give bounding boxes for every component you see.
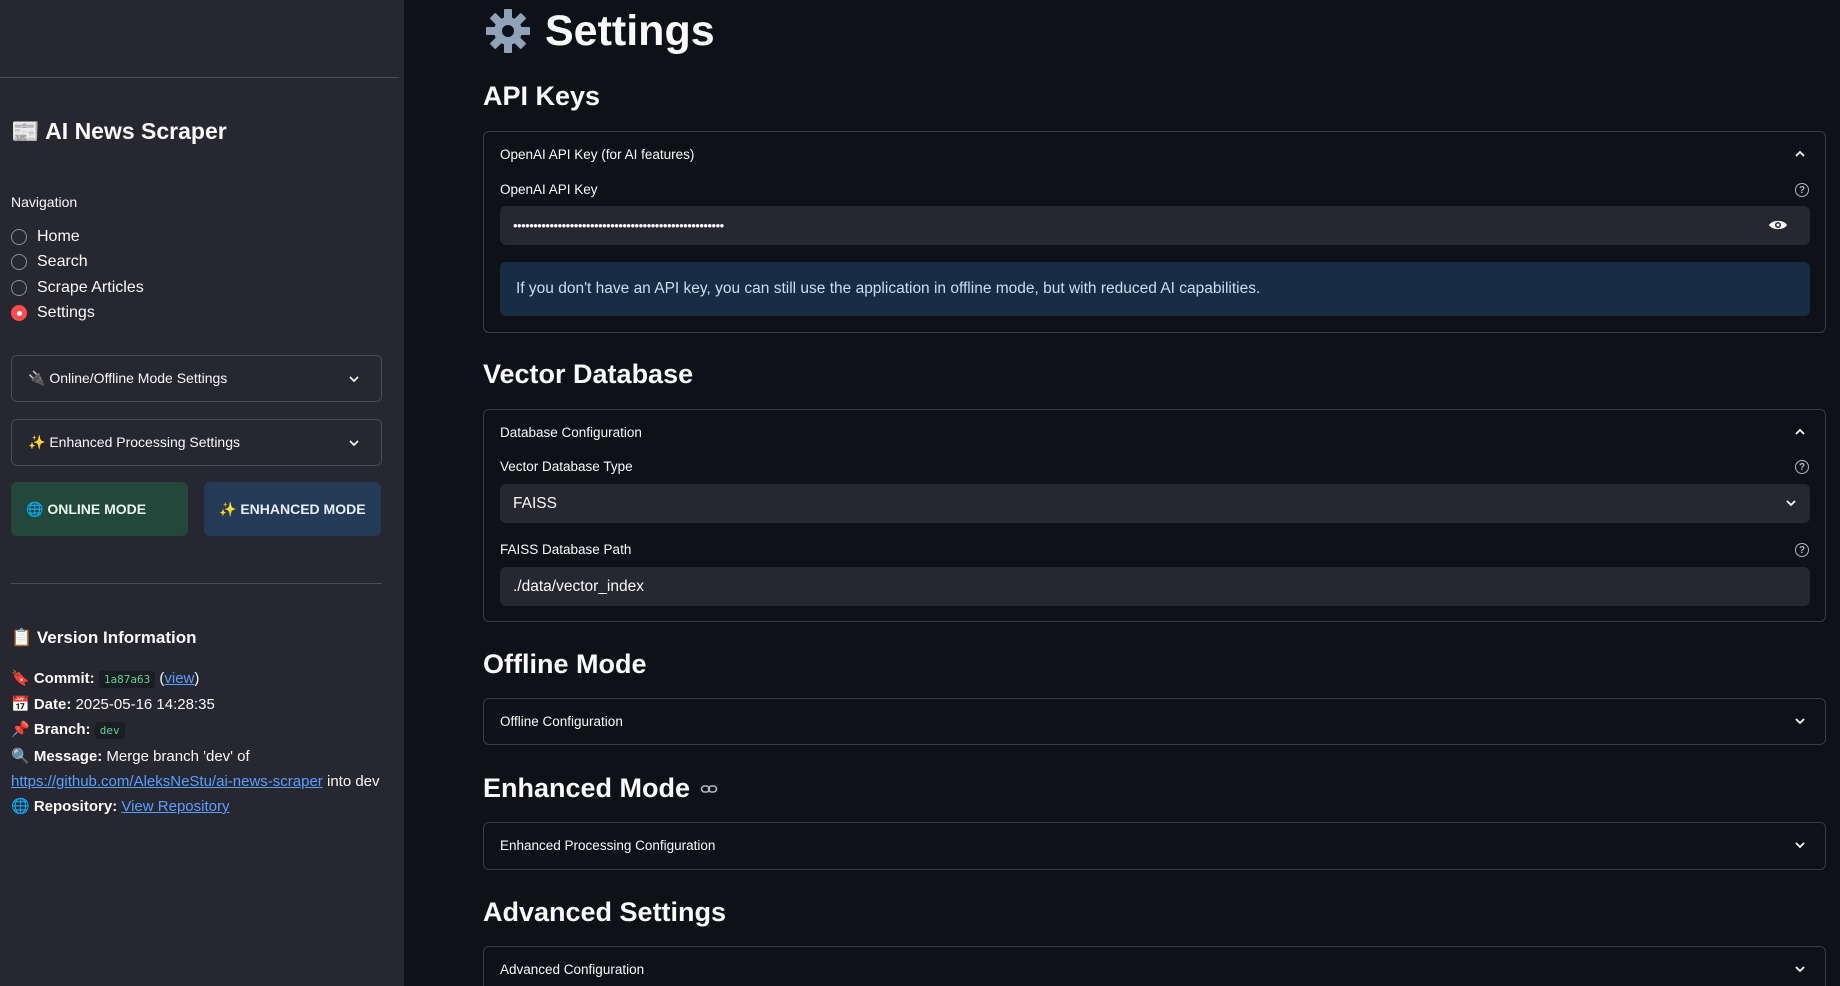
sidebar-divider-top [0,77,399,78]
online-mode-button[interactable]: 🌐 ONLINE MODE [11,482,188,536]
commit-line: 🔖 Commit: 1a87a63 (view) [11,670,200,688]
message-tail: into dev [326,772,380,790]
link-icon[interactable] [700,780,718,798]
radio-unselected-icon[interactable] [11,279,27,296]
api-keys-heading: API Keys [483,81,601,111]
nav-item-home[interactable]: Home [11,224,144,250]
version-info: 🔖 Commit: 1a87a63 (view) 📅 Date: 2025-05… [11,666,396,819]
offline-configuration-expander[interactable]: Offline Configuration [483,698,1826,745]
vector-database-heading: Vector Database [483,359,694,389]
nav-item-label: Scrape Articles [37,278,144,296]
api-key-expander: OpenAI API Key (for AI features) OpenAI … [483,131,1826,333]
enhanced-processing-expander[interactable]: Enhanced Processing Configuration [483,822,1826,870]
vector-db-type-label: Vector Database Type [500,459,633,474]
page-title: Settings [483,6,715,56]
commit-hash: 1a87a63 [98,671,156,688]
nav-item-search[interactable]: Search [11,250,144,276]
sidebar-divider [11,583,382,584]
api-key-expander-header[interactable]: OpenAI API Key (for AI features) [500,147,694,162]
advanced-settings-heading: Advanced Settings [483,897,727,927]
enhanced-processing-settings-expander[interactable]: ✨ Enhanced Processing Settings [11,419,382,466]
view-repository-link[interactable]: View Repository [121,798,229,815]
date-line: 📅 Date: 2025-05-16 14:28:35 [11,692,396,717]
openai-api-key-label: OpenAI API Key [500,182,598,197]
nav-item-settings[interactable]: Settings [11,301,144,327]
navigation-radio-group: Home Search Scrape Articles Settings [11,224,144,326]
commit-view-link[interactable]: view [164,670,194,687]
enhanced-processing-header[interactable]: Enhanced Processing Configuration [500,838,715,853]
masked-api-key: ••••••••••••••••••••••••••••••••••••••••… [513,218,724,233]
chevron-up-icon[interactable] [1793,425,1807,439]
enhanced-mode-button[interactable]: ✨ ENHANCED MODE [204,482,381,536]
vector-db-type-value: FAISS [513,494,557,512]
chevron-down-icon[interactable] [1793,714,1807,728]
chevron-down-icon[interactable] [1793,838,1807,852]
message-line: 🔍 Message: Merge branch 'dev' of [11,744,396,769]
navigation-label: Navigation [11,194,78,210]
nav-item-label: Home [37,227,80,245]
chevron-down-icon[interactable] [1793,962,1807,976]
branch-line: 📌 Branch: dev [11,717,396,743]
enhanced-mode-heading-text: Enhanced Mode [483,773,691,803]
app-title: 📰 AI News Scraper [11,118,227,144]
enhanced-mode-heading: Enhanced Mode [483,773,718,804]
radio-selected-icon[interactable] [11,305,27,322]
database-configuration-expander: Database Configuration Vector Database T… [483,409,1826,622]
version-info-title: 📋 Version Information [11,628,197,647]
eye-icon[interactable] [1768,218,1788,232]
offline-configuration-header[interactable]: Offline Configuration [500,714,623,729]
nav-item-label: Settings [37,304,95,322]
radio-unselected-icon[interactable] [11,228,27,245]
offline-mode-heading: Offline Mode [483,649,647,679]
chevron-down-icon [1786,500,1796,507]
faiss-path-input[interactable]: ./data/vector_index [500,567,1810,606]
expander-label: 🔌 Online/Offline Mode Settings [28,370,228,386]
nav-item-scrape-articles[interactable]: Scrape Articles [11,275,144,301]
help-icon[interactable]: ? [1795,460,1809,474]
repository-label: 🌐 Repository: [11,798,118,816]
chevron-up-icon[interactable] [1793,147,1807,161]
expander-label: ✨ Enhanced Processing Settings [28,434,240,450]
vector-db-type-select[interactable]: FAISS [500,484,1810,523]
commit-label: 🔖 Commit: [11,670,95,687]
message-line-2: https://github.com/AleksNeStu/ai-news-sc… [11,769,396,794]
date-label: 📅 Date: [11,696,72,714]
date-value: 2025-05-16 14:28:35 [75,696,215,714]
chevron-down-icon [349,440,359,447]
api-key-info-alert: If you don't have an API key, you can st… [500,262,1810,316]
advanced-configuration-expander[interactable]: Advanced Configuration [483,946,1826,986]
sidebar: 📰 AI News Scraper Navigation Home Search… [0,0,404,986]
message-label: 🔍 Message: [11,747,103,765]
online-offline-settings-expander[interactable]: 🔌 Online/Offline Mode Settings [11,355,382,402]
gear-icon [486,9,530,53]
branch-value: dev [94,722,125,740]
database-configuration-header[interactable]: Database Configuration [500,425,642,440]
openai-api-key-input[interactable]: ••••••••••••••••••••••••••••••••••••••••… [500,206,1810,245]
repo-url-link[interactable]: https://github.com/AleksNeStu/ai-news-sc… [11,773,323,790]
radio-unselected-icon[interactable] [11,254,27,271]
message-text: Merge branch 'dev' of [106,747,250,765]
help-icon[interactable]: ? [1795,543,1809,557]
page-title-text: Settings [545,6,715,55]
faiss-path-label: FAISS Database Path [500,542,632,557]
chevron-down-icon [349,376,359,383]
nav-item-label: Search [37,253,88,271]
repository-line: 🌐 Repository: View Repository [11,794,396,819]
branch-label: 📌 Branch: [11,721,91,739]
faiss-path-value: ./data/vector_index [513,577,644,595]
advanced-configuration-header[interactable]: Advanced Configuration [500,962,644,977]
help-icon[interactable]: ? [1795,183,1809,197]
